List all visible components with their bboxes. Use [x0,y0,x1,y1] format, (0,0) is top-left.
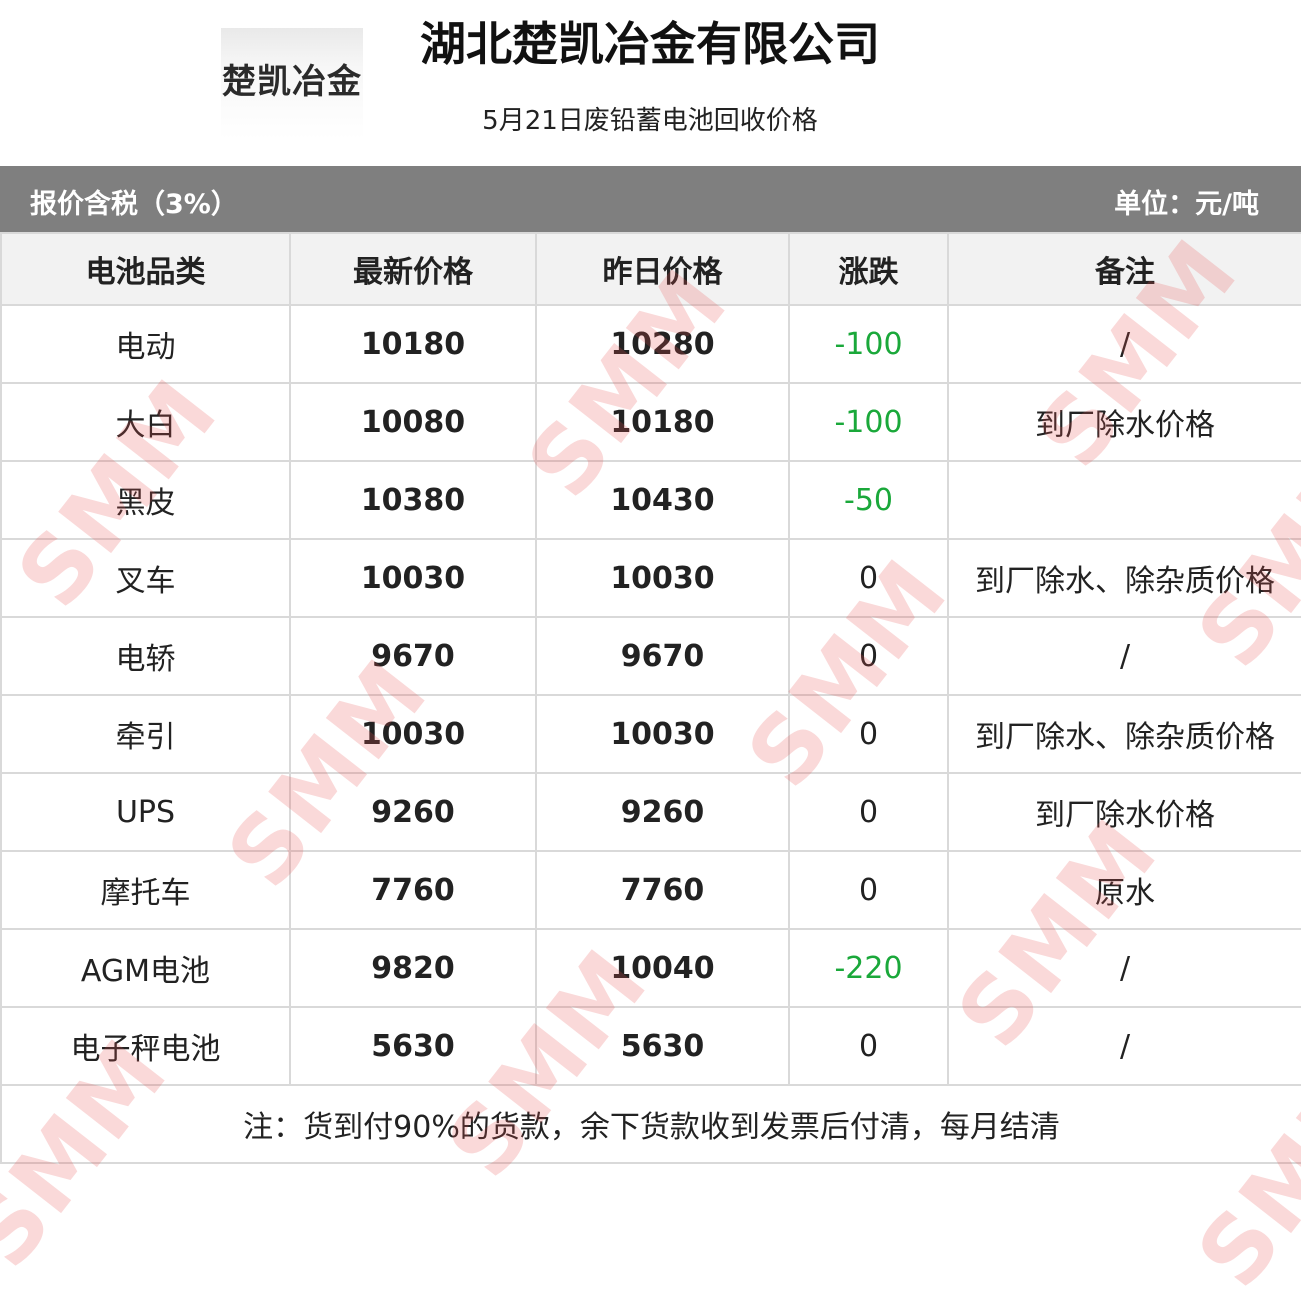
table-row: 电动 10180 10280 -100/ [0,304,1301,384]
table-row: 黑皮 10380 10430 -50 [0,460,1301,540]
cell-latest-price: 9260 [289,772,537,852]
cell-remark: / [947,304,1301,384]
table-row: 叉车 10030 10030 0 到厂除水、除杂质价格 [0,538,1301,618]
cell-latest-price: 10030 [289,538,537,618]
cell-category: AGM电池 [0,928,291,1008]
table-row: 大白 10080 10180 -100 到厂除水价格 [0,382,1301,462]
cell-latest-price: 10030 [289,694,537,774]
cell-latest-price: 10180 [289,304,537,384]
cell-yesterday-price: 10280 [535,304,790,384]
column-header-remark: 备注 [947,232,1301,306]
cell-remark [947,460,1301,540]
cell-latest-price: 9820 [289,928,537,1008]
cell-remark: 到厂除水、除杂质价格 [947,538,1301,618]
cell-latest-price: 7760 [289,850,537,930]
cell-yesterday-price: 10180 [535,382,790,462]
column-header-category: 电池品类 [0,232,291,306]
cell-latest-price: 9670 [289,616,537,696]
cell-change: -50 [788,460,949,540]
column-header-change: 涨跌 [788,232,949,306]
page-header: 楚凯冶金 湖北楚凯冶金有限公司 5月21日废铅蓄电池回收价格 [0,0,1301,166]
table-row: 牵引 10030 10030 0 到厂除水、除杂质价格 [0,694,1301,774]
cell-remark: 到厂除水价格 [947,382,1301,462]
table-row: 电子秤电池 5630 5630 0/ [0,1006,1301,1086]
company-logo: 楚凯冶金 [221,28,363,140]
cell-category: 电轿 [0,616,291,696]
cell-category: 叉车 [0,538,291,618]
cell-change: 0 [788,616,949,696]
unit-note: 单位：元/吨 [1114,189,1259,220]
cell-change: -220 [788,928,949,1008]
cell-latest-price: 5630 [289,1006,537,1086]
cell-remark: 到厂除水价格 [947,772,1301,852]
note-row: 注：货到付90%的货款，余下货款收到发票后付清，每月结清 [0,1084,1301,1164]
company-name: 湖北楚凯冶金有限公司 [420,17,880,71]
cell-category: 大白 [0,382,291,462]
cell-category: UPS [0,772,291,852]
price-table: 电池品类 最新价格 昨日价格 涨跌 备注 电动 10180 10280 -100/大白… [0,232,1301,1164]
cell-yesterday-price: 9260 [535,772,790,852]
cell-remark: / [947,616,1301,696]
table-row: 电轿 9670 9670 0/ [0,616,1301,696]
cell-change: -100 [788,304,949,384]
cell-remark: / [947,928,1301,1008]
cell-category: 摩托车 [0,850,291,930]
cell-category: 电子秤电池 [0,1006,291,1086]
cell-latest-price: 10380 [289,460,537,540]
cell-yesterday-price: 10040 [535,928,790,1008]
cell-category: 黑皮 [0,460,291,540]
cell-category: 电动 [0,304,291,384]
payment-note: 注：货到付90%的货款，余下货款收到发票后付清，每月结清 [0,1084,1301,1164]
cell-yesterday-price: 5630 [535,1006,790,1086]
page-subtitle: 5月21日废铅蓄电池回收价格 [482,106,818,136]
cell-remark: 到厂除水、除杂质价格 [947,694,1301,774]
cell-remark: / [947,1006,1301,1086]
cell-change: 0 [788,772,949,852]
column-header-latest: 最新价格 [289,232,537,306]
cell-yesterday-price: 10030 [535,538,790,618]
cell-yesterday-price: 9670 [535,616,790,696]
cell-change: -100 [788,382,949,462]
cell-change: 0 [788,694,949,774]
cell-remark: 原水 [947,850,1301,930]
cell-change: 0 [788,538,949,618]
tax-note: 报价含税（3%） [30,189,238,220]
cell-yesterday-price: 10430 [535,460,790,540]
table-row: 摩托车 7760 7760 0 原水 [0,850,1301,930]
cell-latest-price: 10080 [289,382,537,462]
cell-change: 0 [788,850,949,930]
table-row: AGM电池 9820 10040 -220/ [0,928,1301,1008]
column-header-yesterday: 昨日价格 [535,232,790,306]
cell-change: 0 [788,1006,949,1086]
info-bar: 报价含税（3%） 单位：元/吨 [0,166,1301,232]
cell-yesterday-price: 7760 [535,850,790,930]
cell-category: 牵引 [0,694,291,774]
table-row: UPS 9260 9260 0 到厂除水价格 [0,772,1301,852]
logo-text: 楚凯冶金 [222,62,362,102]
cell-yesterday-price: 10030 [535,694,790,774]
table-header-row: 电池品类 最新价格 昨日价格 涨跌 备注 [0,232,1301,306]
